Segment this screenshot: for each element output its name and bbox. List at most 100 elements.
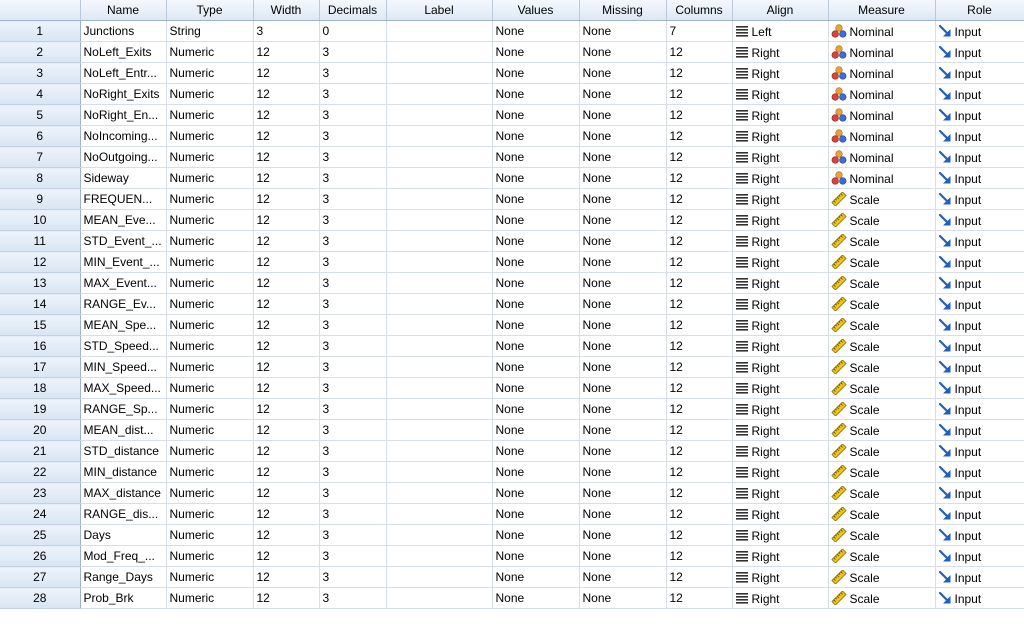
row-number[interactable]: 28 xyxy=(0,587,81,609)
cell-align[interactable]: Right xyxy=(732,188,829,210)
row-number[interactable]: 1 xyxy=(0,20,81,42)
cell-role[interactable]: Input xyxy=(935,125,1024,147)
cell-width[interactable]: 12 xyxy=(253,524,320,546)
cell-role[interactable]: Input xyxy=(935,461,1024,483)
cell-missing[interactable]: None xyxy=(579,314,667,336)
cell-width[interactable]: 12 xyxy=(253,125,320,147)
cell-align[interactable]: Left xyxy=(732,20,829,42)
cell-type[interactable]: Numeric xyxy=(166,41,254,63)
cell-values[interactable]: None xyxy=(492,335,580,357)
row-number[interactable]: 6 xyxy=(0,125,81,147)
cell-width[interactable]: 12 xyxy=(253,62,320,84)
cell-values[interactable]: None xyxy=(492,566,580,588)
cell-type[interactable]: Numeric xyxy=(166,335,254,357)
cell-label[interactable] xyxy=(386,482,493,504)
cell-type[interactable]: Numeric xyxy=(166,503,254,525)
cell-measure[interactable]: Nominal xyxy=(828,41,936,63)
cell-type[interactable]: Numeric xyxy=(166,209,254,231)
cell-measure[interactable]: Scale xyxy=(828,503,936,525)
cell-decimals[interactable]: 3 xyxy=(319,335,387,357)
cell-align[interactable]: Right xyxy=(732,272,829,294)
cell-missing[interactable]: None xyxy=(579,356,667,378)
cell-values[interactable]: None xyxy=(492,230,580,252)
cell-measure[interactable]: Nominal xyxy=(828,83,936,105)
cell-values[interactable]: None xyxy=(492,167,580,189)
row-number[interactable]: 27 xyxy=(0,566,81,588)
cell-columns[interactable]: 12 xyxy=(666,251,733,273)
cell-role[interactable]: Input xyxy=(935,167,1024,189)
cell-name[interactable]: Junctions xyxy=(80,20,167,42)
cell-width[interactable]: 12 xyxy=(253,503,320,525)
cell-decimals[interactable]: 3 xyxy=(319,41,387,63)
cell-align[interactable]: Right xyxy=(732,314,829,336)
row-number[interactable]: 3 xyxy=(0,62,81,84)
cell-columns[interactable]: 12 xyxy=(666,125,733,147)
cell-role[interactable]: Input xyxy=(935,188,1024,210)
cell-values[interactable]: None xyxy=(492,188,580,210)
cell-columns[interactable]: 12 xyxy=(666,272,733,294)
cell-missing[interactable]: None xyxy=(579,167,667,189)
cell-measure[interactable]: Scale xyxy=(828,524,936,546)
cell-label[interactable] xyxy=(386,314,493,336)
cell-label[interactable] xyxy=(386,440,493,462)
cell-values[interactable]: None xyxy=(492,41,580,63)
cell-name[interactable]: RANGE_dis... xyxy=(80,503,167,525)
cell-decimals[interactable]: 3 xyxy=(319,398,387,420)
cell-label[interactable] xyxy=(386,230,493,252)
cell-columns[interactable]: 12 xyxy=(666,230,733,252)
cell-role[interactable]: Input xyxy=(935,398,1024,420)
cell-align[interactable]: Right xyxy=(732,461,829,483)
cell-missing[interactable]: None xyxy=(579,20,667,42)
cell-decimals[interactable]: 3 xyxy=(319,125,387,147)
cell-role[interactable]: Input xyxy=(935,587,1024,609)
cell-measure[interactable]: Scale xyxy=(828,335,936,357)
cell-missing[interactable]: None xyxy=(579,545,667,567)
cell-values[interactable]: None xyxy=(492,398,580,420)
cell-columns[interactable]: 12 xyxy=(666,503,733,525)
cell-role[interactable]: Input xyxy=(935,377,1024,399)
cell-decimals[interactable]: 3 xyxy=(319,167,387,189)
cell-values[interactable]: None xyxy=(492,524,580,546)
cell-decimals[interactable]: 3 xyxy=(319,83,387,105)
cell-role[interactable]: Input xyxy=(935,62,1024,84)
cell-type[interactable]: Numeric xyxy=(166,104,254,126)
cell-values[interactable]: None xyxy=(492,209,580,231)
cell-measure[interactable]: Scale xyxy=(828,209,936,231)
cell-type[interactable]: Numeric xyxy=(166,566,254,588)
cell-name[interactable]: Mod_Freq_... xyxy=(80,545,167,567)
cell-columns[interactable]: 12 xyxy=(666,188,733,210)
cell-width[interactable]: 12 xyxy=(253,314,320,336)
cell-role[interactable]: Input xyxy=(935,419,1024,441)
cell-decimals[interactable]: 3 xyxy=(319,272,387,294)
cell-columns[interactable]: 12 xyxy=(666,146,733,168)
cell-type[interactable]: String xyxy=(166,20,254,42)
cell-measure[interactable]: Scale xyxy=(828,251,936,273)
cell-label[interactable] xyxy=(386,335,493,357)
cell-align[interactable]: Right xyxy=(732,62,829,84)
cell-missing[interactable]: None xyxy=(579,503,667,525)
cell-width[interactable]: 12 xyxy=(253,146,320,168)
cell-type[interactable]: Numeric xyxy=(166,587,254,609)
cell-width[interactable]: 12 xyxy=(253,293,320,315)
cell-values[interactable]: None xyxy=(492,104,580,126)
cell-align[interactable]: Right xyxy=(732,440,829,462)
cell-decimals[interactable]: 3 xyxy=(319,440,387,462)
cell-width[interactable]: 12 xyxy=(253,188,320,210)
column-header-role[interactable]: Role xyxy=(935,0,1024,21)
cell-align[interactable]: Right xyxy=(732,398,829,420)
cell-align[interactable]: Right xyxy=(732,41,829,63)
cell-name[interactable]: NoLeft_Entr... xyxy=(80,62,167,84)
cell-name[interactable]: STD_Speed... xyxy=(80,335,167,357)
cell-missing[interactable]: None xyxy=(579,587,667,609)
cell-measure[interactable]: Scale xyxy=(828,482,936,504)
cell-values[interactable]: None xyxy=(492,482,580,504)
cell-width[interactable]: 12 xyxy=(253,398,320,420)
cell-label[interactable] xyxy=(386,272,493,294)
cell-width[interactable]: 12 xyxy=(253,83,320,105)
cell-name[interactable]: NoIncoming... xyxy=(80,125,167,147)
cell-align[interactable]: Right xyxy=(732,419,829,441)
cell-align[interactable]: Right xyxy=(732,587,829,609)
cell-label[interactable] xyxy=(386,545,493,567)
cell-measure[interactable]: Scale xyxy=(828,188,936,210)
row-number[interactable]: 8 xyxy=(0,167,81,189)
